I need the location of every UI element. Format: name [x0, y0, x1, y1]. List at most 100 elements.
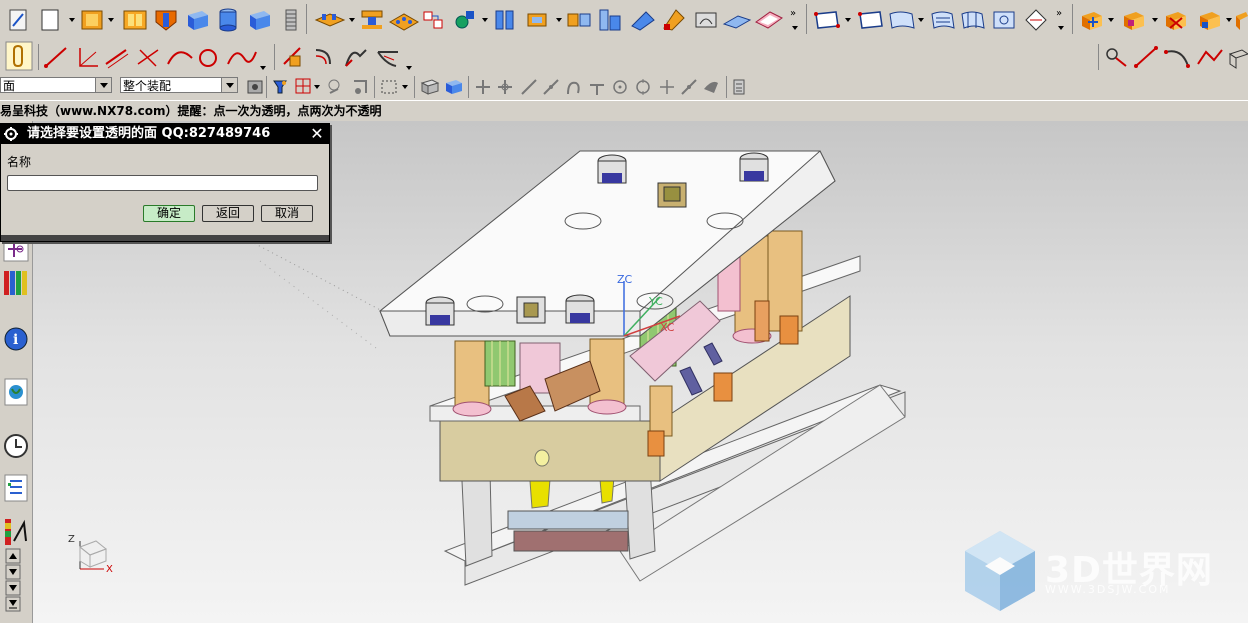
snap-point-icon[interactable]	[660, 80, 674, 94]
mesh-icon[interactable]	[858, 11, 883, 29]
arc-icon[interactable]	[167, 51, 193, 65]
line-icon[interactable]	[44, 47, 67, 68]
hollow-icon[interactable]	[1124, 12, 1144, 30]
gear-icon	[4, 127, 18, 141]
history-icon[interactable]	[4, 434, 28, 458]
yc-axis-label: YC	[648, 295, 663, 308]
point-curve-icon[interactable]	[1106, 48, 1127, 67]
cube-outline-icon[interactable]	[1228, 49, 1248, 69]
bridge-curve-icon[interactable]	[345, 49, 367, 67]
cube-icon[interactable]	[250, 11, 270, 30]
info-icon[interactable]: i	[4, 327, 28, 351]
box-select-icon[interactable]	[354, 80, 367, 94]
book-icon[interactable]	[123, 10, 147, 30]
palette-icon[interactable]	[5, 519, 27, 545]
solid-edit-icon[interactable]	[1082, 12, 1102, 30]
move-icon[interactable]	[423, 11, 443, 29]
block-stack-icon[interactable]	[314, 13, 346, 27]
snap-existing-icon[interactable]	[681, 79, 697, 95]
color-icon[interactable]	[631, 11, 655, 31]
cube-view-icon[interactable]	[420, 79, 440, 95]
arc-tool-icon[interactable]	[1164, 50, 1190, 68]
xc-axis-label: XC	[660, 321, 675, 334]
new-part-icon[interactable]	[41, 9, 59, 31]
snap-curve-icon[interactable]	[567, 81, 580, 95]
line-tool-icon[interactable]	[1134, 46, 1158, 68]
snap-center-icon[interactable]	[613, 80, 627, 94]
cancel-button[interactable]: 取消	[261, 205, 313, 222]
spline-icon[interactable]	[227, 51, 257, 65]
cylinder-icon[interactable]	[219, 8, 237, 32]
lasso-icon[interactable]	[328, 79, 340, 94]
selection-scope-select[interactable]: 整个装配	[120, 77, 238, 93]
snap-quadrant-icon[interactable]	[636, 79, 650, 95]
circle-icon[interactable]	[199, 49, 217, 67]
pin-icon[interactable]	[455, 11, 474, 29]
trim-body-icon[interactable]	[1236, 12, 1248, 30]
trim-icon[interactable]	[663, 9, 685, 31]
svg-text:i: i	[13, 332, 18, 348]
scroll-down-icon[interactable]	[5, 580, 21, 596]
remove-icon[interactable]	[1166, 12, 1186, 30]
split-icon[interactable]	[495, 10, 514, 30]
selection-scope-value: 整个装配	[123, 79, 172, 93]
surface-edit-icon[interactable]	[993, 11, 1015, 29]
snap-bound-icon[interactable]	[704, 81, 718, 93]
scroll-down-icon[interactable]	[5, 564, 21, 580]
sketch-icon[interactable]	[9, 9, 27, 31]
shield-icon[interactable]	[155, 10, 177, 31]
select-icon[interactable]	[295, 78, 311, 94]
polyline-tool-icon[interactable]	[1197, 49, 1223, 65]
sheet-icon[interactable]	[755, 11, 783, 29]
surface-icon[interactable]	[599, 9, 621, 31]
rectangle-select-icon[interactable]	[381, 80, 397, 94]
transparency-dialog: 请选择要设置透明的面 QQ:827489746 ✕ 名称 确定 返回 取消	[0, 123, 330, 242]
chevron-down-icon[interactable]	[95, 78, 111, 92]
snap-icon[interactable]	[5, 41, 33, 71]
sweep-icon[interactable]	[931, 11, 955, 29]
back-button[interactable]: 返回	[202, 205, 254, 222]
scroll-end-icon[interactable]	[5, 596, 21, 612]
face-icon[interactable]	[814, 11, 840, 29]
assembly-icon[interactable]	[567, 13, 591, 27]
calculator-icon[interactable]	[733, 79, 745, 95]
snap-perp-icon[interactable]	[590, 84, 604, 95]
web-icon[interactable]	[4, 378, 28, 406]
offset-surface-icon[interactable]	[1025, 9, 1047, 31]
filter-icon[interactable]	[273, 80, 287, 94]
trim-curve-icon[interactable]	[283, 47, 301, 67]
navigator-icon[interactable]	[4, 474, 28, 502]
spring-icon[interactable]	[285, 9, 297, 31]
parallel-line-icon[interactable]	[105, 49, 129, 69]
snap-endpoint-icon[interactable]	[476, 80, 490, 94]
fillet-curve-icon[interactable]	[377, 51, 398, 67]
copy-icon[interactable]	[1200, 12, 1220, 30]
snap-midpoint-icon[interactable]	[498, 80, 512, 94]
library-icon[interactable]	[4, 271, 27, 295]
part-icon[interactable]	[81, 10, 103, 30]
name-field[interactable]	[7, 175, 318, 191]
camera-icon[interactable]	[247, 80, 263, 94]
snap-tangent-icon[interactable]	[543, 79, 559, 95]
chevron-down-icon[interactable]	[221, 78, 237, 92]
scroll-up-icon[interactable]	[5, 548, 21, 564]
axis-line-icon[interactable]	[79, 48, 98, 67]
dialog-title: 请选择要设置透明的面 QQ:827489746	[27, 126, 271, 141]
offset-curve-icon[interactable]	[315, 49, 331, 65]
grid-surface-icon[interactable]	[889, 11, 915, 29]
ok-button[interactable]: 确定	[143, 205, 195, 222]
slider-icon[interactable]	[361, 10, 383, 29]
close-icon[interactable]: ✕	[309, 126, 325, 142]
cross-line-icon[interactable]	[137, 49, 159, 67]
filter-type-select[interactable]: 面	[0, 77, 112, 93]
fill-icon[interactable]	[695, 12, 717, 28]
plane-icon[interactable]	[722, 15, 752, 29]
render-icon[interactable]	[446, 80, 462, 94]
extrude-icon[interactable]	[527, 13, 547, 27]
snap-line-icon[interactable]	[521, 79, 537, 95]
mold-assembly-model[interactable]	[379, 150, 906, 586]
box-icon[interactable]	[188, 11, 208, 30]
dialog-title-bar[interactable]: 请选择要设置透明的面 QQ:827489746 ✕	[1, 124, 329, 144]
grid-plate-icon[interactable]	[388, 13, 420, 31]
patch-icon[interactable]	[961, 11, 985, 29]
